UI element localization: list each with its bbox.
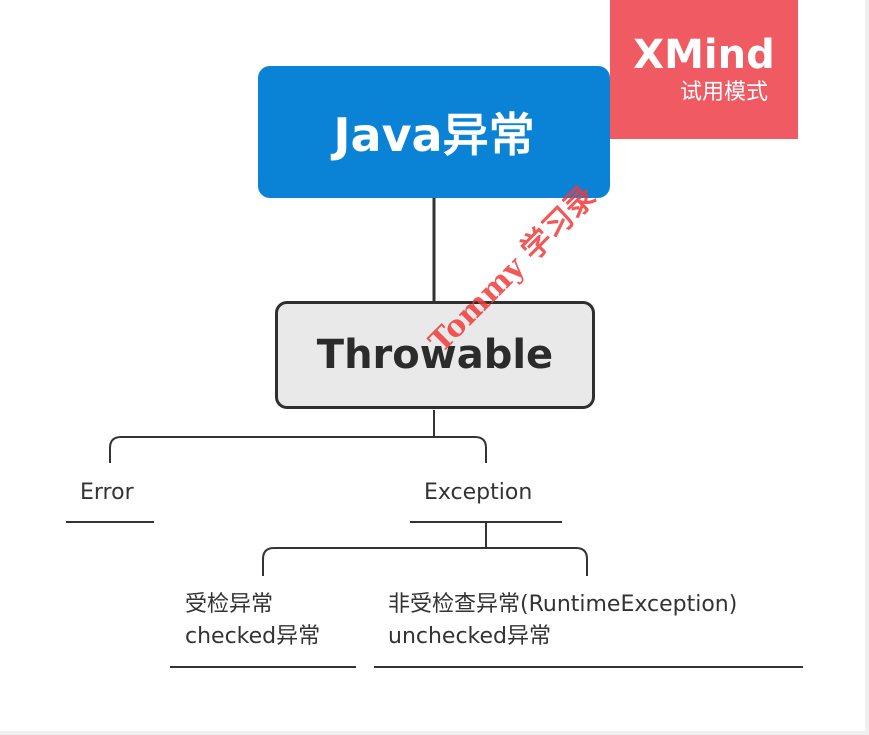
checked-exception-line2: checked异常: [185, 624, 321, 649]
error-underline: [66, 521, 154, 523]
exception-underline: [410, 521, 562, 523]
unchecked-exception-line1: 非受检查异常(RuntimeException): [388, 592, 738, 617]
error-topic-label: Error: [80, 480, 134, 505]
xmind-trial-badge: XMind 试用模式: [610, 0, 798, 139]
root-topic[interactable]: Java异常: [258, 66, 610, 198]
checked-exception-underline: [170, 666, 356, 668]
exception-topic[interactable]: Exception: [424, 477, 532, 509]
checked-exception-line1: 受检异常: [185, 592, 274, 617]
xmind-badge-subtitle: 试用模式: [679, 79, 768, 105]
mindmap-canvas: Java异常 Throwable Error Exception 受检异常 ch…: [0, 0, 869, 735]
unchecked-exception-line2: unchecked异常: [388, 624, 552, 649]
root-topic-label: Java异常: [333, 108, 535, 162]
unchecked-exception-underline: [374, 666, 803, 668]
error-topic[interactable]: Error: [80, 477, 134, 509]
connector-throwable-children: [109, 410, 487, 463]
exception-topic-label: Exception: [424, 480, 533, 505]
unchecked-exception-topic[interactable]: 非受检查异常(RuntimeException) unchecked异常: [388, 589, 737, 653]
connector-exception-children: [262, 522, 588, 576]
checked-exception-topic[interactable]: 受检异常 checked异常: [185, 589, 320, 653]
xmind-badge-title: XMind: [633, 31, 775, 78]
